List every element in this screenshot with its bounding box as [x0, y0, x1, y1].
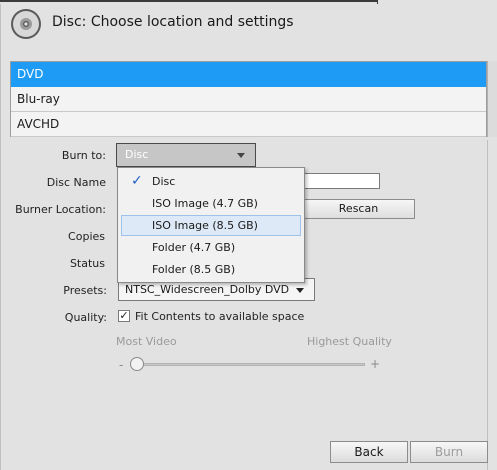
menu-item-folder-4-7[interactable]: Folder (4.7 GB)	[121, 237, 301, 258]
plus-icon: +	[370, 357, 381, 371]
disc-icon	[11, 9, 41, 39]
window-left-edge	[0, 0, 1, 470]
burn-to-label: Burn to:	[61, 149, 106, 162]
chevron-down-icon	[296, 288, 304, 293]
presets-value: NTSC_Widescreen_Dolby DVD	[125, 283, 290, 296]
dialog-title: Disc: Choose location and settings	[52, 14, 294, 30]
quality-slider-thumb[interactable]	[130, 357, 144, 371]
menu-item-label: Folder (8.5 GB)	[152, 263, 236, 276]
disc-name-label: Disc Name	[46, 176, 106, 189]
quality-label: Quality:	[64, 311, 107, 324]
checkmark-icon: ✓	[119, 309, 129, 322]
window-top-border	[0, 0, 497, 4]
disc-type-bluray[interactable]: Blu-ray	[11, 87, 486, 112]
disc-type-dvd[interactable]: DVD	[11, 62, 486, 87]
checkmark-icon: ✓	[131, 173, 143, 189]
menu-item-label: ISO Image (4.7 GB)	[152, 197, 258, 210]
burn-button[interactable]: Burn	[410, 441, 488, 463]
menu-item-disc[interactable]: ✓ Disc	[121, 171, 301, 192]
menu-item-label: Folder (4.7 GB)	[152, 241, 236, 254]
status-label: Status	[69, 257, 105, 270]
quality-slider-track[interactable]	[130, 363, 365, 366]
menu-item-label: ISO Image (8.5 GB)	[152, 219, 258, 232]
quality-high-label: Highest Quality	[307, 335, 392, 348]
disc-type-list[interactable]: DVD Blu-ray AVCHD	[10, 61, 487, 137]
menu-item-iso-8-5[interactable]: ISO Image (8.5 GB)	[121, 215, 301, 236]
disc-name-field[interactable]	[302, 173, 380, 189]
menu-item-folder-8-5[interactable]: Folder (8.5 GB)	[121, 259, 301, 280]
rescan-button[interactable]: Rescan	[302, 199, 415, 219]
copies-label: Copies	[68, 230, 105, 243]
burn-to-value: Disc	[125, 148, 149, 161]
fit-contents-label: Fit Contents to available space	[135, 310, 305, 323]
chevron-down-icon	[237, 153, 245, 158]
quality-low-label: Most Video	[116, 335, 177, 348]
burn-to-dropdown[interactable]: Disc	[116, 143, 256, 167]
panel-right-edge	[487, 140, 488, 470]
presets-label: Presets:	[63, 284, 107, 297]
back-button[interactable]: Back	[330, 441, 408, 463]
menu-item-iso-4-7[interactable]: ISO Image (4.7 GB)	[121, 193, 301, 214]
disc-type-avchd[interactable]: AVCHD	[11, 112, 486, 137]
burner-location-label: Burner Location:	[15, 203, 106, 216]
menu-item-label: Disc	[152, 175, 176, 188]
fit-contents-checkbox[interactable]: ✓	[118, 310, 130, 322]
minus-icon: -	[119, 358, 124, 372]
burn-to-menu: ✓ Disc ISO Image (4.7 GB) ISO Image (8.5…	[117, 167, 305, 283]
disc-type-list-scrollbar[interactable]	[487, 61, 497, 137]
